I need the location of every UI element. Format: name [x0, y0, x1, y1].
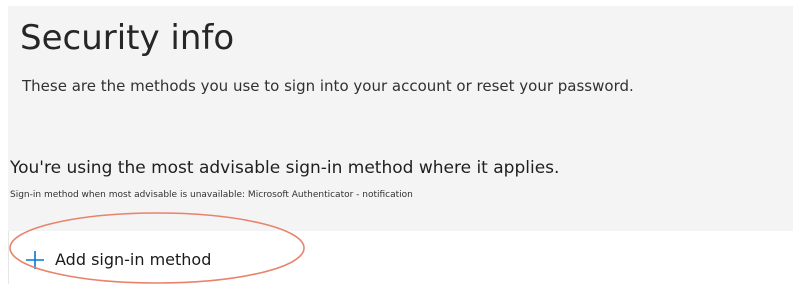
plus-icon [26, 251, 44, 269]
page-title: Security info [20, 18, 235, 58]
add-sign-in-method-label: Add sign-in method [55, 250, 212, 269]
page-description: These are the methods you use to sign in… [22, 77, 634, 95]
default-method-status: You're using the most advisable sign-in … [10, 158, 560, 178]
security-info-page: Security info These are the methods you … [0, 0, 793, 284]
fallback-method-note: Sign-in method when most advisable is un… [10, 190, 413, 200]
add-sign-in-method-button[interactable]: Add sign-in method [25, 246, 211, 274]
